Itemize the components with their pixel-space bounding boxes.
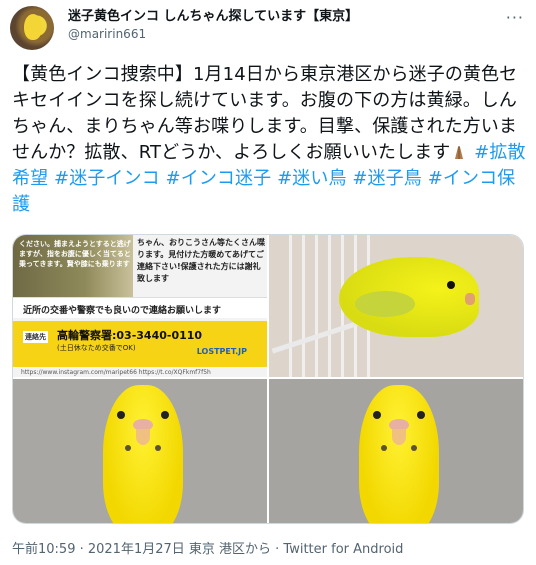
hashtag-link[interactable]: #迷い鳥 (277, 168, 346, 189)
display-name[interactable]: 迷子黄色インコ しんちゃん探しています【東京】 (68, 8, 358, 26)
budgie-front (103, 385, 183, 523)
folded-hands-emoji (450, 143, 468, 161)
tweet-text: 【黄色インコ捜索中】1月14日から東京港区から迷子の黄色セキセイインコを探し続け… (12, 62, 528, 218)
poster-logo: LOSTPET.JP (196, 347, 247, 356)
user-handle[interactable]: @maririn661 (68, 26, 358, 42)
user-info: 迷子黄色インコ しんちゃん探しています【東京】 @maririn661 (68, 8, 358, 42)
media-grid: ください。捕まえようとすると逃げますが、指をお腹に優しく当てると乗ってきます。賢… (12, 234, 524, 524)
poster-phone-sub: (土日休なため交番でOK) (57, 344, 136, 352)
budgie-side-photo[interactable] (269, 235, 523, 377)
poster-top-text: ください。捕まえようとすると逃げますが、指をお腹に優しく当てると乗ってきます。賢… (19, 240, 131, 268)
tweet-body: 【黄色インコ捜索中】1月14日から東京港区から迷子の黄色セキセイインコを探し続け… (12, 64, 518, 163)
poster-phone: 高輪警察署:03-3440-0110 (57, 329, 203, 342)
hashtag-link[interactable]: #迷子鳥 (352, 168, 421, 189)
budgie-front-photo-2[interactable] (269, 379, 523, 523)
poster-image[interactable]: ください。捕まえようとすると逃げますが、指をお腹に優しく当てると乗ってきます。賢… (13, 235, 267, 377)
budgie-front-photo-1[interactable] (13, 379, 267, 523)
tweet-timestamp[interactable]: 午前10:59 · 2021年1月27日 東京 港区から · Twitter f… (12, 538, 403, 557)
poster-footer: https://www.instagram.com/maripet66 http… (21, 369, 211, 376)
poster-middle-line: 近所の交番や警察でも良いので連絡お願いします (23, 306, 222, 316)
hashtag-link[interactable]: #迷子インコ (54, 168, 160, 189)
more-icon[interactable]: ··· (506, 8, 524, 27)
budgie-front (359, 385, 439, 523)
budgie-side (339, 257, 479, 337)
poster-contact-tag: 連絡先 (23, 331, 48, 343)
tweet-header: 迷子黄色インコ しんちゃん探しています【東京】 @maririn661 ··· (10, 6, 526, 50)
poster-right-text: ちゃん、おりこうさん等たくさん喋ります。見付けた方暖めてあげてご連絡下さい!保護… (137, 238, 265, 283)
hashtag-link[interactable]: #インコ迷子 (166, 168, 272, 189)
avatar[interactable] (10, 6, 54, 50)
